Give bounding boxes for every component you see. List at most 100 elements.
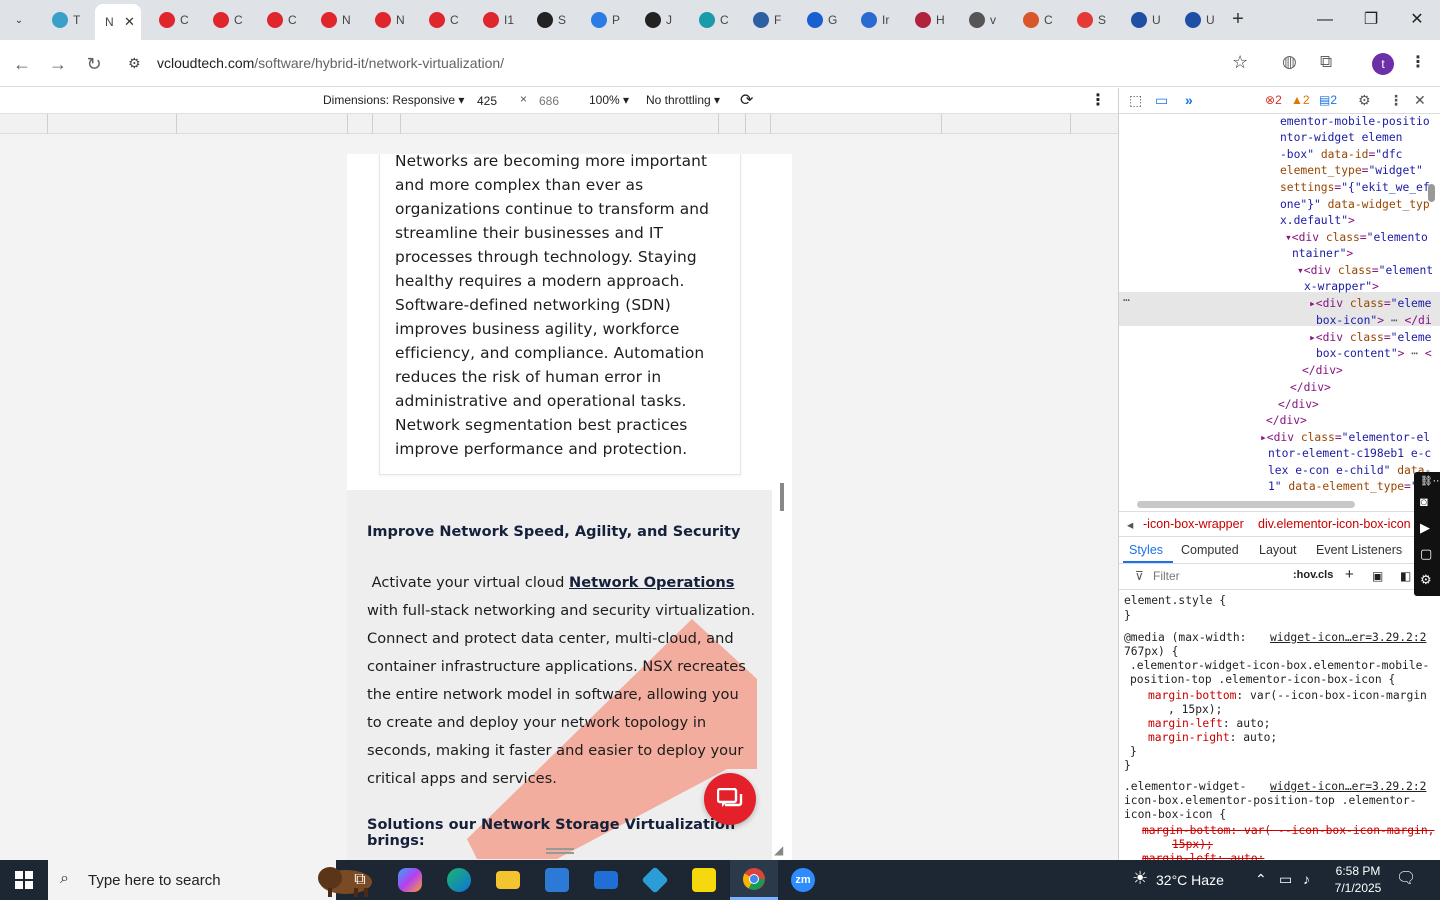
stylesheet-source-link[interactable]: widget-icon…er=3.29.2:2: [1270, 780, 1426, 794]
forward-icon[interactable]: →: [46, 52, 70, 76]
tab-search-chevron-icon[interactable]: ⌄: [6, 8, 32, 32]
address-bar[interactable]: ⚙ vcloudtech.com/software/hybrid-it/netw…: [118, 46, 1268, 80]
breadcrumb-back-icon[interactable]: ◂: [1127, 517, 1133, 532]
new-tab-button[interactable]: +: [1226, 8, 1250, 32]
network-operations-link[interactable]: Network Operations: [569, 574, 734, 591]
browser-tab[interactable]: v: [959, 7, 1011, 33]
back-icon[interactable]: ←: [10, 52, 34, 76]
tab-styles[interactable]: Styles: [1129, 543, 1163, 557]
sidebar-toggle-icon[interactable]: ◧: [1400, 569, 1411, 583]
browser-menu-icon[interactable]: ⋮: [1410, 52, 1426, 72]
dom-line[interactable]: ntor-element-c198eb1 e-c: [1268, 446, 1431, 463]
media-query-ruler[interactable]: [0, 114, 1118, 134]
dom-line[interactable]: ntor-widget elemen: [1280, 130, 1402, 147]
device-more-icon[interactable]: ⋮: [1090, 90, 1106, 110]
rotate-icon[interactable]: ⟳: [740, 90, 753, 110]
camera-icon[interactable]: ◙: [1420, 494, 1428, 509]
dom-line[interactable]: </div>: [1302, 363, 1343, 380]
chat-button[interactable]: [704, 773, 756, 825]
error-count[interactable]: ⊗2: [1265, 93, 1282, 107]
css-selector[interactable]: icon-box.elementor-position-top .element…: [1124, 794, 1416, 808]
css-selector[interactable]: icon-box-icon {: [1124, 808, 1226, 822]
css-declaration[interactable]: margin-left: auto;: [1148, 717, 1270, 731]
dom-line[interactable]: box-content"> ⋯ <: [1316, 346, 1432, 363]
devtools-close-icon[interactable]: ✕: [1414, 92, 1426, 109]
browser-tab[interactable]: U: [1121, 7, 1173, 33]
dom-line[interactable]: </div>: [1290, 380, 1331, 397]
window-icon[interactable]: ▢: [1420, 546, 1432, 562]
dom-line[interactable]: x-wrapper">: [1304, 279, 1379, 296]
browser-tab[interactable]: H: [905, 7, 957, 33]
width-input[interactable]: 425: [472, 91, 516, 111]
browser-tab[interactable]: C: [1013, 7, 1065, 33]
zoom-dropdown[interactable]: 100% ▾: [589, 93, 629, 107]
browser-tab[interactable]: C: [419, 7, 471, 33]
dimensions-dropdown[interactable]: Dimensions: Responsive ▾: [323, 93, 464, 107]
dom-line[interactable]: element_type="widget": [1280, 163, 1423, 180]
devtools-menu-icon[interactable]: ⋮: [1389, 92, 1403, 109]
browser-tab[interactable]: N: [365, 7, 417, 33]
browser-tab[interactable]: G: [797, 7, 849, 33]
throttling-dropdown[interactable]: No throttling ▾: [646, 93, 720, 107]
dom-line[interactable]: ▾<div class="element: [1297, 263, 1433, 280]
hov-toggle[interactable]: :hov: [1293, 569, 1316, 581]
dom-line[interactable]: 1" data-element_type=": [1268, 479, 1418, 494]
weather-text[interactable]: 32°C Haze: [1156, 872, 1224, 888]
browser-tab[interactable]: C: [203, 7, 255, 33]
viewport-resize-corner[interactable]: ◢: [774, 843, 783, 857]
info-count[interactable]: ▤2: [1319, 93, 1337, 107]
start-button[interactable]: [0, 860, 48, 900]
close-window-button[interactable]: ✕: [1402, 8, 1432, 32]
browser-tab[interactable]: N: [311, 7, 363, 33]
profile-avatar[interactable]: t: [1372, 53, 1394, 75]
task-view-icon[interactable]: ⧉: [336, 860, 384, 900]
system-clock[interactable]: 6:58 PM 7/1/2025: [1330, 863, 1386, 897]
link-icon[interactable]: ⛓⋯: [1420, 476, 1440, 487]
url-text[interactable]: vcloudtech.com/software/hybrid-it/networ…: [157, 55, 504, 71]
elements-horizontal-scrollbar[interactable]: [1137, 501, 1355, 508]
dom-line[interactable]: x.default">: [1280, 213, 1355, 230]
browser-tab[interactable]: Ir: [851, 7, 903, 33]
dom-line[interactable]: ▸<div class="eleme: [1309, 330, 1431, 347]
dom-line[interactable]: settings="{"ekit_we_ef: [1280, 180, 1430, 197]
minimize-button[interactable]: —: [1310, 8, 1340, 32]
dom-line[interactable]: ntainer">: [1292, 246, 1353, 263]
overridden-declaration[interactable]: margin-bottom: var( --icon-box-icon-marg…: [1142, 824, 1434, 838]
breadcrumb-item-active[interactable]: div.elementor-icon-box-icon: [1258, 517, 1411, 531]
notification-center-icon[interactable]: 🗨: [1396, 868, 1416, 888]
microsoft-store-icon[interactable]: [533, 860, 581, 900]
mail-icon[interactable]: [582, 860, 630, 900]
element-style-rule[interactable]: element.style {: [1124, 594, 1226, 608]
bookmark-star-icon[interactable]: ☆: [1232, 52, 1248, 73]
cls-toggle[interactable]: .cls: [1315, 569, 1333, 581]
dom-line[interactable]: lex e-con e-child" data-: [1268, 463, 1431, 480]
css-selector[interactable]: .elementor-widget-icon-box.elementor-mob…: [1130, 659, 1429, 673]
inspect-element-icon[interactable]: ⬚: [1129, 92, 1142, 109]
dom-line[interactable]: </div>: [1266, 413, 1307, 430]
browser-tab[interactable]: S: [1067, 7, 1119, 33]
add-rule-icon[interactable]: +: [1345, 566, 1354, 583]
edge-icon[interactable]: [435, 860, 483, 900]
height-input[interactable]: 686: [534, 91, 578, 111]
close-tab-icon[interactable]: ✕: [124, 14, 135, 30]
browser-tab[interactable]: C: [149, 7, 201, 33]
css-selector[interactable]: position-top .elementor-icon-box-icon {: [1130, 673, 1395, 687]
dom-line[interactable]: -box" data-id="dfc: [1280, 147, 1402, 164]
restore-button[interactable]: ❐: [1356, 8, 1386, 32]
translate-icon[interactable]: ◍: [1282, 52, 1297, 72]
browser-tab[interactable]: S: [527, 7, 579, 33]
network-icon[interactable]: ▭: [1279, 871, 1292, 888]
dom-line[interactable]: ▸<div class="elementor-el: [1260, 430, 1430, 447]
viewport-resize-bottom-handle[interactable]: [546, 848, 574, 854]
dom-line[interactable]: </div>: [1278, 397, 1319, 414]
dom-line[interactable]: ementor-mobile-positio: [1280, 114, 1430, 131]
dom-line[interactable]: one"}" data-widget_typ: [1280, 197, 1430, 214]
browser-tab[interactable]: C: [257, 7, 309, 33]
weather-icon[interactable]: ☀: [1132, 868, 1148, 889]
styles-pane[interactable]: element.style { } @media (max-width: 767…: [1119, 590, 1440, 860]
zoom-app-icon[interactable]: zm: [779, 860, 827, 900]
dom-line-selected[interactable]: ▸<div class="eleme: [1309, 296, 1431, 313]
tab-layout[interactable]: Layout: [1259, 543, 1297, 557]
warning-count[interactable]: ▲2: [1291, 93, 1310, 107]
more-tabs-icon[interactable]: »: [1185, 92, 1193, 108]
